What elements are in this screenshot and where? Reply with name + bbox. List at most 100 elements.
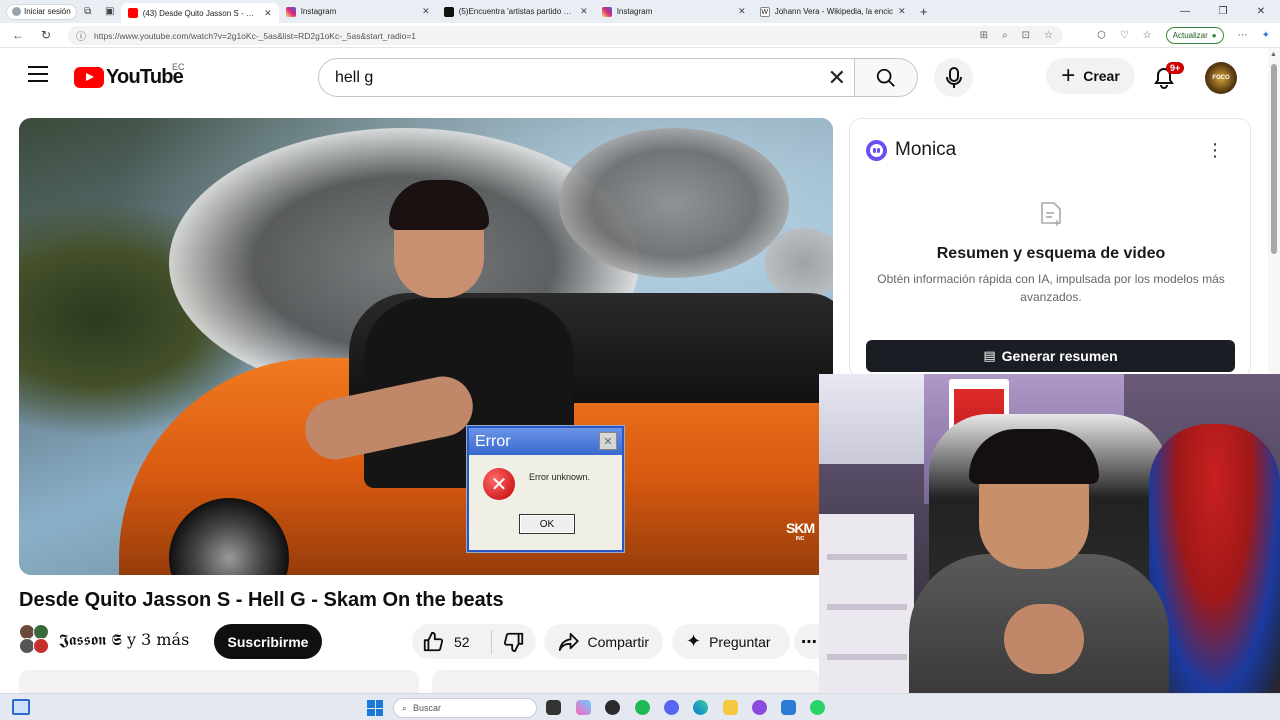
extensions-icon[interactable]: ⬡: [1097, 30, 1106, 41]
task-view-icon[interactable]: [546, 700, 561, 715]
like-count: 52: [454, 633, 470, 650]
related-chips[interactable]: [432, 670, 820, 693]
reload-icon[interactable]: ↻: [32, 28, 60, 42]
microphone-icon: [945, 66, 962, 88]
github-app-icon[interactable]: [605, 700, 620, 715]
ok-label: OK: [539, 518, 555, 530]
webcam-overlay: [819, 374, 1280, 693]
description-box[interactable]: [19, 670, 419, 693]
close-tab-icon[interactable]: ✕: [580, 6, 588, 17]
create-label: Crear: [1083, 68, 1120, 84]
new-tab-button[interactable]: +: [913, 4, 935, 19]
tab-instagram-1[interactable]: Instagram ✕: [279, 2, 437, 22]
tab-instagram-2[interactable]: Instagram ✕: [595, 2, 753, 22]
info-icon[interactable]: ⓘ: [76, 28, 86, 43]
create-button[interactable]: + Crear: [1046, 58, 1135, 94]
video-lips-graphic: [559, 128, 789, 278]
youtube-favicon-icon: [127, 8, 138, 18]
zoom-icon[interactable]: ⌕: [1002, 30, 1008, 41]
tab-actions-icon[interactable]: ▣: [99, 4, 121, 20]
update-button[interactable]: Actualizar ●: [1165, 27, 1224, 44]
update-status-icon: ●: [1211, 31, 1217, 40]
scroll-up-arrow-icon[interactable]: ▲: [1270, 51, 1277, 58]
webcam-person-hair: [969, 429, 1099, 484]
error-x-icon: ✕: [483, 468, 515, 500]
voice-search-button[interactable]: [934, 58, 973, 97]
edge-app-icon[interactable]: [693, 700, 708, 715]
minimize-button[interactable]: —: [1166, 0, 1204, 23]
search-button[interactable]: [854, 58, 918, 97]
store-app-icon[interactable]: [781, 700, 796, 715]
tab-youtube[interactable]: (43) Desde Quito Jasson S - Hell G ✕: [120, 3, 279, 23]
video-error-dialog: Error ✕ ✕ Error unknown. OK: [467, 426, 624, 552]
close-window-button[interactable]: ✕: [1242, 0, 1280, 23]
start-button[interactable]: [367, 700, 383, 716]
webcam-person-hand: [1004, 604, 1084, 674]
video-person-hair: [389, 180, 489, 230]
share-button[interactable]: Compartir: [544, 624, 663, 659]
video-title: Desde Quito Jasson S - Hell G - Skam On …: [19, 589, 504, 611]
dislike-button[interactable]: [492, 631, 536, 653]
close-tab-icon[interactable]: ✕: [898, 6, 906, 17]
close-tab-icon[interactable]: ✕: [738, 6, 746, 17]
taskbar-search[interactable]: ⌕ Buscar: [393, 698, 537, 718]
tab-tiktok[interactable]: (5)Encuentra 'artistas partido de f ✕: [437, 2, 595, 22]
whatsapp-app-icon[interactable]: [810, 700, 825, 715]
back-arrow-icon[interactable]: ←: [4, 28, 32, 42]
instagram-favicon-icon: [285, 6, 296, 17]
scrollbar-thumb[interactable]: [1271, 64, 1277, 254]
extension-icon[interactable]: ⊡: [1022, 30, 1030, 41]
close-tab-icon[interactable]: ✕: [422, 6, 430, 17]
widgets-icon[interactable]: [12, 699, 30, 715]
sparkle-icon: ✦: [686, 631, 702, 651]
workspaces-icon[interactable]: ⧉: [77, 4, 99, 20]
monica-header: Monica: [866, 139, 956, 161]
discord-app-icon[interactable]: [664, 700, 679, 715]
search-input[interactable]: hell g ✕: [318, 58, 854, 97]
update-label: Actualizar: [1172, 31, 1208, 40]
ask-button[interactable]: ✦ Preguntar: [672, 624, 790, 659]
clear-search-icon[interactable]: ✕: [828, 65, 846, 91]
url-field[interactable]: ⓘ https://www.youtube.com/watch?v=2g1oKc…: [68, 26, 1063, 45]
app-available-icon[interactable]: ⊞: [980, 30, 988, 41]
favorites-icon[interactable]: ☆: [1143, 30, 1152, 41]
taskbar-search-icon: ⌕: [402, 702, 408, 713]
generate-summary-button[interactable]: ▤ Generar resumen: [866, 340, 1235, 372]
profile-icon: [12, 7, 21, 16]
channel-name[interactable]: 𝕵𝖆𝖘𝖘𝖔𝖓 𝕾 y 3 más: [59, 630, 189, 650]
share-label: Compartir: [587, 633, 649, 650]
channel-info[interactable]: 𝕵𝖆𝖘𝖘𝖔𝖓 𝕾 y 3 más: [19, 624, 189, 656]
copilot-icon[interactable]: ✦: [1262, 30, 1270, 41]
browser-essentials-icon[interactable]: ♡: [1120, 30, 1129, 41]
windows-taskbar: ⌕ Buscar: [0, 693, 1280, 720]
monica-menu-icon[interactable]: ⋮: [1206, 141, 1224, 159]
error-ok-button: OK: [519, 514, 575, 534]
account-avatar[interactable]: FOCO: [1205, 62, 1237, 94]
video-watermark: SKM INC: [786, 520, 815, 542]
document-icon: ▤: [983, 348, 996, 363]
signin-button[interactable]: Iniciar sesión: [6, 3, 77, 20]
channel-avatars[interactable]: [19, 624, 51, 656]
like-button[interactable]: 52: [412, 629, 492, 654]
app-icon[interactable]: [752, 700, 767, 715]
tab-wikipedia[interactable]: W Johann Vera - Wikipedia, la encic ✕: [753, 2, 913, 22]
menu-icon[interactable]: [28, 66, 48, 82]
copilot-app-icon[interactable]: [576, 700, 591, 715]
maximize-button[interactable]: ❐: [1204, 0, 1242, 23]
youtube-logo[interactable]: YouTube: [74, 66, 184, 89]
favorite-star-icon[interactable]: ☆: [1044, 30, 1053, 41]
video-player[interactable]: [19, 118, 833, 575]
close-tab-icon[interactable]: ✕: [264, 8, 272, 19]
spotify-app-icon[interactable]: [635, 700, 650, 715]
subscribe-button[interactable]: Suscribirme: [214, 624, 322, 659]
like-dislike-group: 52: [412, 624, 536, 659]
tab-title: Instagram: [616, 7, 653, 16]
taskbar-search-placeholder: Buscar: [413, 703, 442, 713]
monica-panel: Monica ⋮ Resumen y esquema de video Obté…: [849, 118, 1251, 378]
webcam-shelf: [819, 514, 914, 693]
more-menu-icon[interactable]: ⋯: [1238, 30, 1248, 41]
wikipedia-favicon-icon: W: [759, 6, 770, 17]
file-explorer-icon[interactable]: [723, 700, 738, 715]
address-bar-row: ← ↻ ⓘ https://www.youtube.com/watch?v=2g…: [0, 23, 1280, 48]
error-dialog-titlebar: Error ✕: [469, 428, 622, 455]
